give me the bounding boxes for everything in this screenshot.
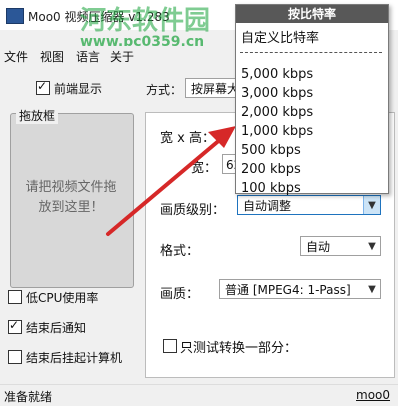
bitrate-option[interactable]: 3,000 kbps (241, 86, 313, 101)
arrow-shaft (106, 136, 224, 236)
bitrate-option[interactable]: 2,000 kbps (241, 105, 313, 120)
bitrate-dropdown: 按比特率 自定义比特率 5,000 kbps 3,000 kbps 2,000 … (235, 4, 389, 196)
bitrate-option[interactable]: 500 kbps (241, 143, 301, 158)
bitrate-option[interactable]: 100 kbps (241, 181, 301, 196)
bitrate-option[interactable]: 200 kbps (241, 162, 301, 177)
dropdown-divider (240, 52, 382, 53)
custom-bitrate-item[interactable]: 自定义比特率 (241, 27, 319, 46)
bitrate-option[interactable]: 1,000 kbps (241, 124, 313, 139)
bitrate-dropdown-title: 按比特率 (236, 5, 388, 23)
bitrate-option[interactable]: 5,000 kbps (241, 67, 313, 82)
